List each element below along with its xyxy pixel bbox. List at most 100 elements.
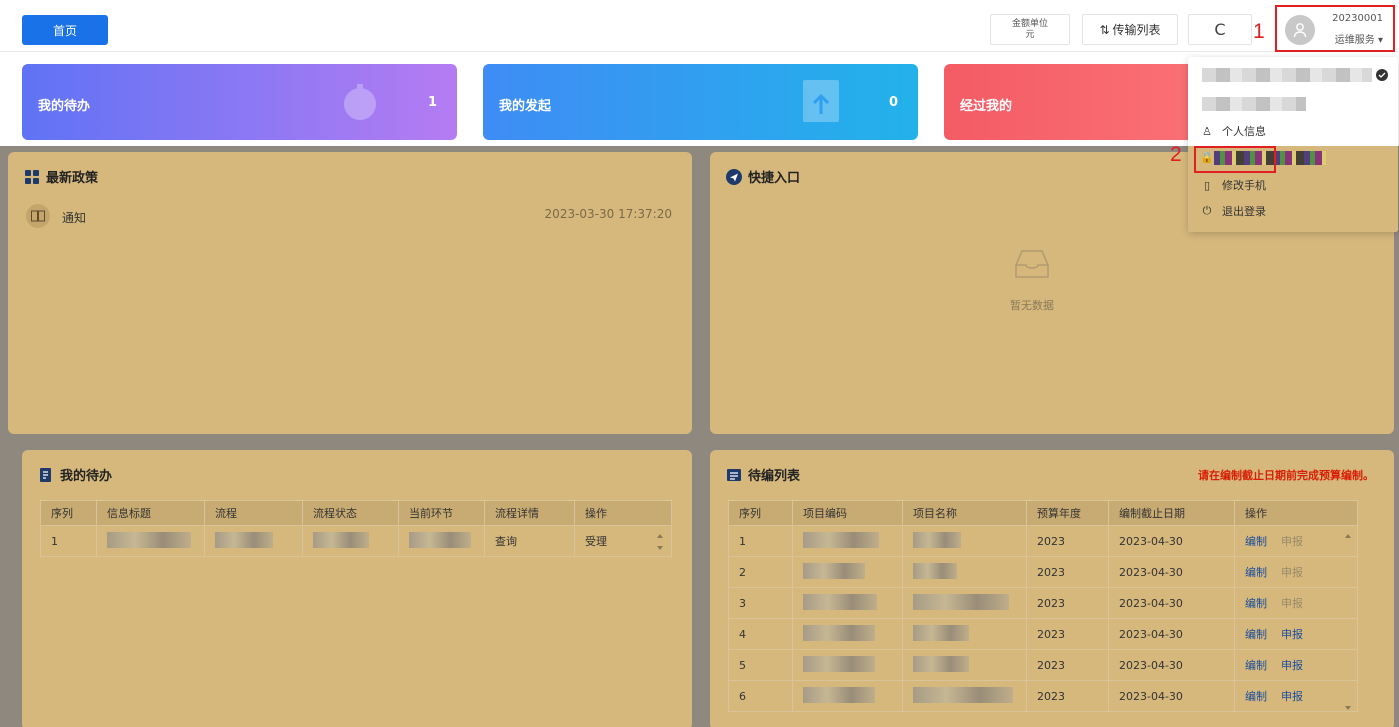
table-row: 1 2023 2023-04-30 编制 申报 (728, 525, 1358, 557)
menu-item-profile[interactable]: ♙ 个人信息 (1200, 123, 1266, 139)
table-scroll-arrows[interactable] (652, 528, 668, 558)
edit-link[interactable]: 编制 (1245, 690, 1267, 703)
edit-link[interactable]: 编制 (1245, 659, 1267, 672)
table-row: 6 2023 2023-04-30 编制 申报 (728, 680, 1358, 712)
redacted-cell (792, 680, 903, 712)
report-link[interactable]: 申报 (1281, 690, 1303, 703)
redacted-org-name (1202, 68, 1372, 82)
table-header-cell: 流程状态 (302, 500, 399, 526)
redacted-cell (398, 525, 485, 557)
redacted-cell (792, 556, 903, 588)
transfer-list-button[interactable]: ⇅ 传输列表 (1082, 14, 1178, 45)
table-header-cell: 当前环节 (398, 500, 485, 526)
redacted-user-name (1202, 97, 1306, 111)
panel-title-text: 快捷入口 (748, 171, 801, 186)
table-header-cell: 编制截止日期 (1108, 500, 1235, 526)
deadline-date: 2023-04-30 (1108, 680, 1235, 712)
menu-item-change-phone[interactable]: ▯ 修改手机 (1200, 177, 1266, 193)
annotation-number-2: 2 (1170, 143, 1182, 166)
table-row: 5 2023 2023-04-30 编制 申报 (728, 649, 1358, 681)
modal-overlay: 最新政策 通知 2023-03-30 17:37:20 快捷入口 暂无数据 我的… (0, 146, 1399, 727)
report-link[interactable]: 申报 (1281, 659, 1303, 672)
panel-title: 我的待办 (38, 465, 112, 484)
deadline-date: 2023-04-30 (1108, 618, 1235, 650)
redacted-cell (302, 525, 399, 557)
report-link[interactable]: 申报 (1281, 628, 1303, 641)
currency-unit-button[interactable]: 金额单位 元 (990, 14, 1070, 45)
redacted-cell (792, 649, 903, 681)
report-link[interactable]: 申报 (1281, 597, 1303, 610)
stopwatch-icon (344, 84, 376, 120)
currency-unit-value: 元 (1025, 29, 1035, 40)
budget-year: 2023 (1026, 680, 1109, 712)
folder-list-icon (727, 468, 741, 481)
book-icon (26, 204, 50, 228)
redacted-cell (902, 649, 1027, 681)
transfer-list-label: 传输列表 (1112, 23, 1161, 37)
stat-card-count: 1 (427, 95, 437, 110)
redacted-cell (902, 618, 1027, 650)
home-button[interactable]: 首页 (22, 15, 108, 45)
table-header-cell: 流程 (204, 500, 303, 526)
panel-title: 待编列表 (726, 465, 800, 484)
top-bar: 首页 金额单位 元 ⇅ 传输列表 C 1 20230001 运维服务 ▾ (0, 0, 1399, 52)
table-row: 2 2023 2023-04-30 编制 申报 (728, 556, 1358, 588)
budget-year: 2023 (1026, 649, 1109, 681)
redacted-cell (96, 525, 205, 557)
edit-link[interactable]: 编制 (1245, 628, 1267, 641)
table-header-cell: 流程详情 (484, 500, 575, 526)
budget-year: 2023 (1026, 618, 1109, 650)
avatar (1285, 15, 1315, 45)
stat-card-my-initiated[interactable]: 我的发起 0 (483, 64, 918, 140)
table-scroll-arrows[interactable] (1340, 528, 1356, 718)
annotation-number-1: 1 (1253, 20, 1265, 43)
table-header-row: 序列 信息标题 流程 流程状态 当前环节 流程详情 操作 (40, 500, 672, 526)
edit-link[interactable]: 编制 (1245, 535, 1267, 548)
panel-title-text: 我的待办 (60, 469, 113, 484)
table-header-cell: 序列 (728, 500, 793, 526)
panel-title: 最新政策 (24, 167, 98, 186)
row-index: 4 (728, 618, 793, 650)
deadline-hint: 请在编制截止日期前完成预算编制。 (1198, 469, 1374, 482)
panel-title: 快捷入口 (726, 167, 800, 186)
table-header-cell: 预算年度 (1026, 500, 1109, 526)
power-icon: ⏻ (1202, 204, 1212, 217)
phone-icon: ▯ (1203, 178, 1211, 192)
edit-link[interactable]: 编制 (1245, 566, 1267, 579)
table-header-row: 序列 项目编码 项目名称 预算年度 编制截止日期 操作 (728, 500, 1358, 526)
stat-card-title: 我的发起 (499, 99, 552, 114)
report-link[interactable]: 申报 (1281, 535, 1303, 548)
panel-title-text: 待编列表 (748, 469, 801, 484)
upload-icon (803, 80, 839, 122)
redacted-cell (902, 680, 1027, 712)
row-index: 2 (728, 556, 793, 588)
empty-inbox-icon (1015, 250, 1049, 278)
row-index: 6 (728, 680, 793, 712)
edit-link[interactable]: 编制 (1245, 597, 1267, 610)
policy-item-date: 2023-03-30 17:37:20 (544, 207, 672, 221)
redacted-cell (792, 525, 903, 557)
report-link[interactable]: 申报 (1281, 566, 1303, 579)
deadline-date: 2023-04-30 (1108, 587, 1235, 619)
stat-card-title: 我的待办 (38, 99, 91, 114)
document-icon (40, 467, 51, 482)
user-icon (1293, 23, 1307, 38)
currency-unit-label: 金额单位 (1011, 18, 1048, 29)
row-index: 3 (728, 587, 793, 619)
view-detail-link[interactable]: 查询 (484, 525, 575, 557)
user-menu-trigger[interactable]: 20230001 运维服务 ▾ (1275, 5, 1395, 52)
deadline-date: 2023-04-30 (1108, 649, 1235, 681)
policy-item-title[interactable]: 通知 (62, 209, 86, 226)
table-row: 4 2023 2023-04-30 编制 申报 (728, 618, 1358, 650)
refresh-button[interactable]: C (1188, 14, 1252, 45)
verified-icon (1376, 69, 1388, 81)
latest-policy-panel: 最新政策 通知 2023-03-30 17:37:20 (8, 152, 692, 434)
menu-item-label: 退出登录 (1222, 205, 1266, 218)
redacted-cell (902, 556, 1027, 588)
panel-title-text: 最新政策 (46, 171, 99, 186)
row-index: 1 (728, 525, 793, 557)
stat-card-my-todo[interactable]: 我的待办 1 (22, 64, 457, 140)
menu-item-logout[interactable]: ⏻ 退出登录 (1200, 203, 1266, 219)
annotation-highlight-box (1194, 146, 1276, 173)
redacted-cell (792, 587, 903, 619)
